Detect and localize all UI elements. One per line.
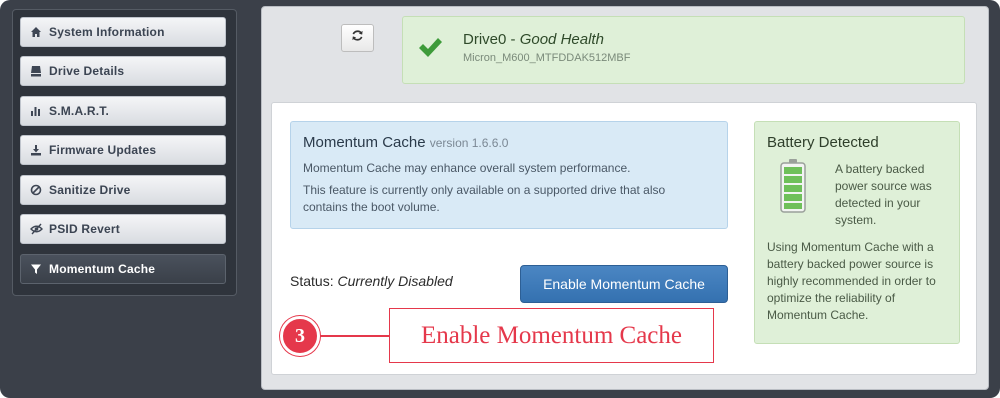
ban-icon [29,183,43,197]
refresh-button[interactable] [341,24,374,52]
callout-connector [320,335,390,337]
home-icon [29,25,43,39]
status-label: Status: [290,273,334,289]
callout-step-number: 3 [280,316,320,356]
sidebar-item-label: Sanitize Drive [49,183,131,197]
sidebar-item-label: Drive Details [49,64,125,78]
drive-icon [29,64,43,78]
momentum-availability-note: This feature is currently only available… [303,183,666,214]
battery-icon [779,158,807,214]
drive-model: Micron_M600_MTFDDAK512MBF [463,52,631,64]
sidebar-item-label: Momentum Cache [49,262,156,276]
bar-chart-icon [29,104,43,118]
sidebar-item-smart[interactable]: S.M.A.R.T. [20,96,226,126]
status-value: Currently Disabled [337,273,453,289]
sidebar-item-label: PSID Revert [49,222,120,236]
drive-health-alert: Drive0 - Good Health Micron_M600_MTFDDAK… [402,16,965,84]
status-line: Status: Currently Disabled [290,273,453,289]
sidebar-item-firmware-updates[interactable]: Firmware Updates [20,135,226,165]
download-icon [29,143,43,157]
drive-health-status: Good Health [519,31,604,48]
momentum-heading: Momentum Cache version 1.6.6.0 [303,134,509,151]
sidebar-item-system-information[interactable]: System Information [20,17,226,47]
callout-label: Enable Momentum Cache [389,308,714,363]
momentum-info-box: Momentum Cache version 1.6.6.0 Momentum … [290,121,728,229]
app-window: System Information Drive Details S.M.A.R… [0,0,1000,398]
checkmark-icon [417,34,443,60]
sidebar-item-drive-details[interactable]: Drive Details [20,56,226,86]
battery-title: Battery Detected [767,134,879,151]
sidebar-item-psid-revert[interactable]: PSID Revert [20,214,226,244]
drive-title: Drive0 - Good Health [463,31,604,48]
filter-icon [29,262,43,276]
sidebar-nav: System Information Drive Details S.M.A.R… [12,9,237,296]
momentum-description: Momentum Cache may enhance overall syste… [303,161,631,175]
battery-description: A battery backed power source was detect… [835,162,932,227]
sidebar-item-label: S.M.A.R.T. [49,104,110,118]
refresh-icon [351,29,364,47]
sidebar-item-label: System Information [49,25,165,39]
sidebar-item-sanitize-drive[interactable]: Sanitize Drive [20,175,226,205]
sidebar-item-label: Firmware Updates [49,143,157,157]
sidebar-item-momentum-cache[interactable]: Momentum Cache [20,254,226,284]
enable-momentum-cache-button[interactable]: Enable Momentum Cache [520,265,728,303]
battery-recommendation: Using Momentum Cache with a battery back… [767,240,936,322]
eye-slash-icon [29,222,43,236]
momentum-version: version 1.6.6.0 [429,136,509,150]
battery-alert: Battery Detected A battery backed power … [754,121,960,344]
